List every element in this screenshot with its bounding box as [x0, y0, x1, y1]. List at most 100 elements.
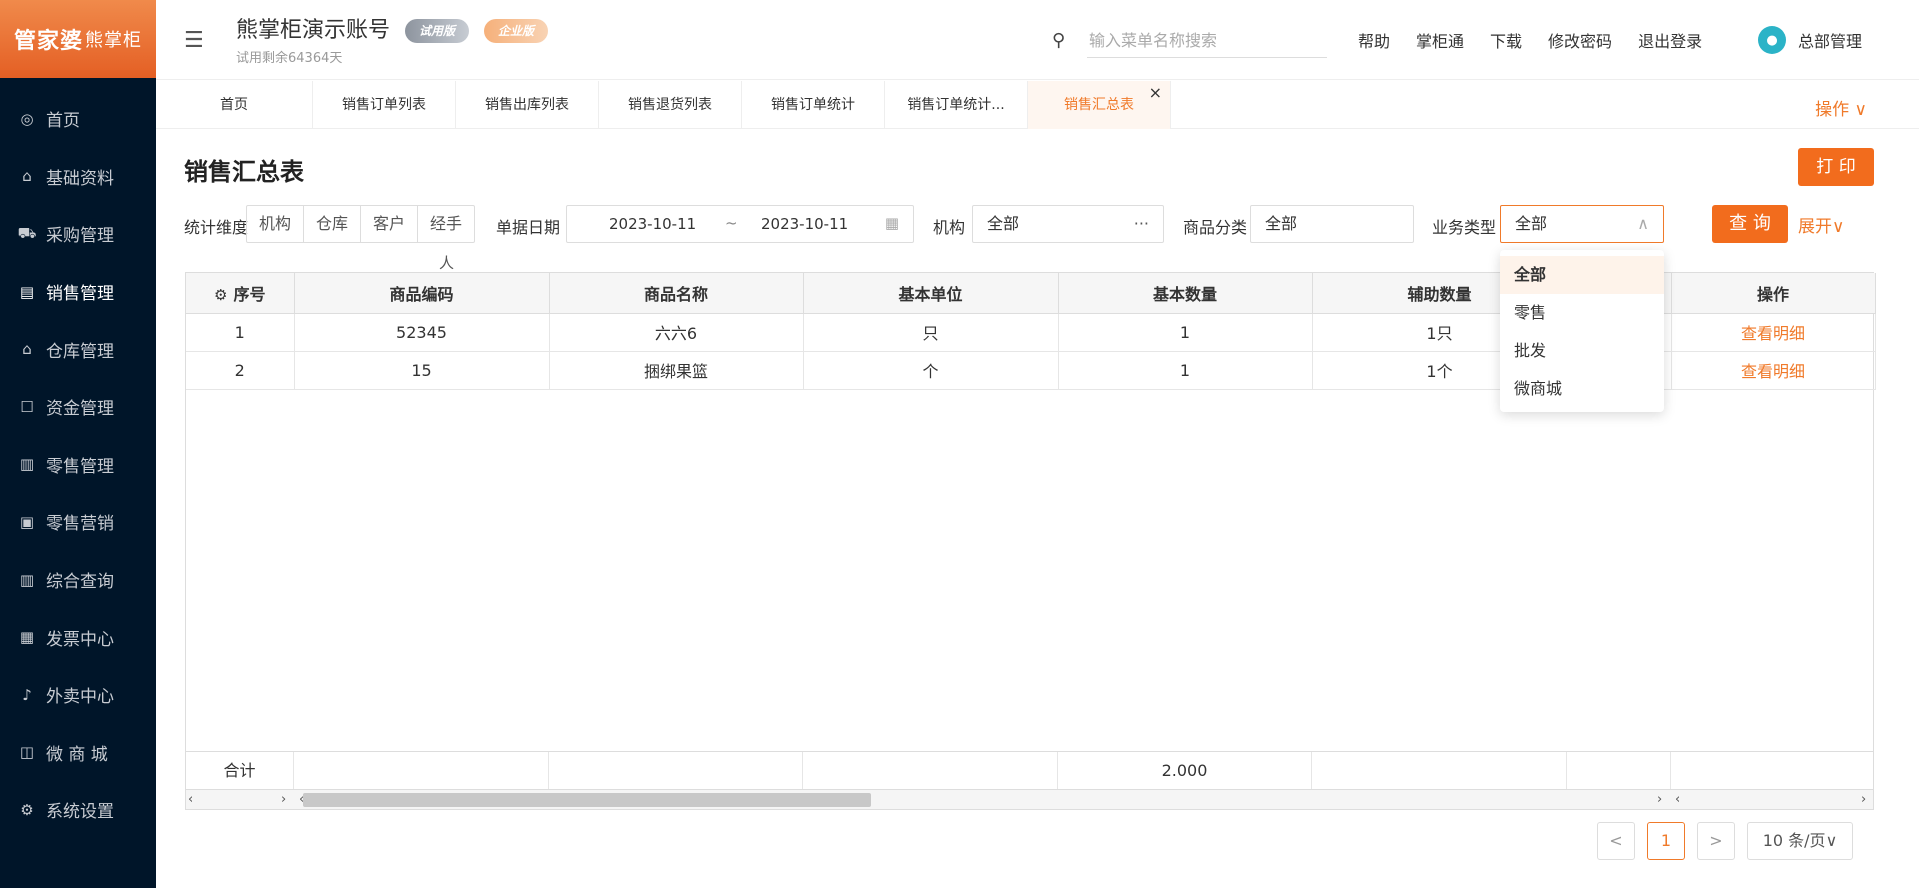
dimension-overflow-text: 人	[439, 254, 455, 272]
tab-sales-order-stats-2[interactable]: 销售订单统计...	[885, 81, 1028, 129]
globe-icon: ◎	[20, 109, 34, 128]
date-from: 2023-10-11	[609, 215, 697, 233]
close-icon[interactable]: ×	[1149, 69, 1162, 117]
cell-unit: 个	[803, 351, 1059, 390]
change-password-link[interactable]: 修改密码	[1548, 28, 1612, 52]
tab-sales-summary[interactable]: 销售汇总表 ×	[1028, 81, 1171, 129]
sidebar-item-3[interactable]: ▤ 销售管理	[0, 263, 156, 321]
sidebar-item-1[interactable]: ⌂ 基础资料	[0, 148, 156, 206]
query-button[interactable]: 查 询	[1712, 205, 1788, 243]
sidebar-item-12[interactable]: ⚙ 系统设置	[0, 781, 156, 839]
tab-operations-dropdown[interactable]: 操作 ∨	[1815, 95, 1867, 120]
chevron-down-icon: ∨	[1832, 217, 1845, 237]
biz-option-retail[interactable]: 零售	[1500, 294, 1664, 332]
chevron-down-icon: ∨	[1825, 831, 1838, 850]
tab-sales-return-list[interactable]: 销售退货列表	[599, 81, 742, 129]
scroll-right-icon[interactable]: ›	[281, 790, 286, 810]
card-icon: ▤	[19, 282, 35, 301]
summary-row: 合计 2.000	[186, 751, 1873, 789]
prev-page-button[interactable]: <	[1597, 822, 1635, 860]
gear-icon[interactable]: ⚙	[214, 286, 227, 304]
biz-option-wholesale[interactable]: 批发	[1500, 332, 1664, 370]
sum-cell	[1312, 752, 1567, 789]
cell-no: 1	[186, 313, 295, 352]
sidebar-item-10[interactable]: ♪ 外卖中心	[0, 666, 156, 724]
trial-remaining: 试用剩余64364天	[236, 51, 343, 66]
cell-qty: 1	[1058, 313, 1313, 352]
bar-chart-icon: ▥	[19, 570, 35, 589]
search-icon: ⚲	[1052, 30, 1066, 51]
page-button-current[interactable]: 1	[1647, 822, 1685, 860]
sidebar-item-6[interactable]: ▥ 零售管理	[0, 436, 156, 494]
sum-cell	[294, 752, 549, 789]
org-label: 机构	[933, 218, 966, 237]
col-header-no[interactable]: ⚙ 序号	[186, 273, 295, 314]
col-header-code[interactable]: 商品编码	[294, 273, 550, 314]
sidebar-item-label: 系统设置	[46, 802, 114, 823]
col-header-unit[interactable]: 基本单位	[803, 273, 1059, 314]
col-header-name[interactable]: 商品名称	[549, 273, 804, 314]
user-menu[interactable]: ● 总部管理	[1758, 26, 1862, 54]
sidebar: 管家婆 熊掌柜 ◎ 首页 ⌂ 基础资料 ⛟ 采购管理 ▤ 销售管理 ⌂ 仓库管理 ☐ 资金管理 ▥ 零售管…	[0, 0, 156, 888]
expand-toggle[interactable]: 展开∨	[1798, 212, 1844, 237]
logout-link[interactable]: 退出登录	[1638, 28, 1702, 52]
sidebar-item-11[interactable]: ◫ 微 商 城	[0, 724, 156, 782]
help-link[interactable]: 帮助	[1358, 28, 1390, 52]
sidebar-item-5[interactable]: ☐ 资金管理	[0, 378, 156, 436]
sidebar-item-4[interactable]: ⌂ 仓库管理	[0, 320, 156, 378]
view-detail-link[interactable]: 查看明细	[1671, 351, 1876, 390]
biz-option-micro-mall[interactable]: 微商城	[1500, 370, 1664, 408]
zhanggui-link[interactable]: 掌柜通	[1416, 28, 1464, 52]
horizontal-scrollbar[interactable]: ‹ › ‹ › ‹ ›	[186, 789, 1873, 809]
cell-no: 2	[186, 351, 295, 390]
print-button[interactable]: 打 印	[1798, 148, 1874, 186]
account-name: 熊掌柜演示账号	[236, 18, 391, 43]
top-links: 帮助 掌柜通 下载 修改密码 退出登录	[1358, 28, 1702, 52]
menu-search-input[interactable]	[1087, 24, 1327, 58]
sidebar-item-label: 仓库管理	[46, 341, 114, 362]
sidebar-item-label: 微 商 城	[46, 744, 108, 765]
cart-icon: ⛟	[17, 223, 37, 242]
org-select[interactable]: 全部 ···	[972, 205, 1164, 243]
tab-sales-order-list[interactable]: 销售订单列表	[313, 81, 456, 129]
sidebar-item-8[interactable]: ▥ 综合查询	[0, 551, 156, 609]
dimension-option-org[interactable]: 机构	[247, 206, 305, 242]
tab-sales-order-stats[interactable]: 销售订单统计	[742, 81, 885, 129]
date-label: 单据日期	[496, 218, 561, 237]
dimension-option-customer[interactable]: 客户	[361, 206, 419, 242]
pagination: < 1 > 10 条/页∨	[1597, 822, 1853, 860]
page-size-value: 10 条/页	[1762, 831, 1826, 850]
sidebar-item-0[interactable]: ◎ 首页	[0, 90, 156, 148]
tab-sales-summary-label: 销售汇总表	[1064, 97, 1134, 113]
logo-main: 管家婆	[13, 29, 83, 54]
sidebar-item-7[interactable]: ▣ 零售营销	[0, 493, 156, 551]
sidebar-item-label: 零售营销	[46, 514, 114, 535]
avatar: ●	[1758, 26, 1786, 54]
sidebar-item-label: 零售管理	[46, 456, 114, 477]
scroll-left-icon[interactable]: ‹	[1675, 790, 1680, 810]
col-header-qty[interactable]: 基本数量	[1058, 273, 1313, 314]
download-link[interactable]: 下载	[1490, 28, 1522, 52]
scrollbar-thumb[interactable]	[303, 793, 871, 807]
sidebar-item-label: 发票中心	[46, 629, 114, 650]
page-size-select[interactable]: 10 条/页∨	[1747, 822, 1853, 860]
scroll-left-icon[interactable]: ‹	[188, 790, 193, 810]
bell-icon: ♪	[22, 685, 32, 704]
tab-sales-outbound-list[interactable]: 销售出库列表	[456, 81, 599, 129]
category-select[interactable]: 全部	[1250, 205, 1414, 243]
sidebar-item-2[interactable]: ⛟ 采购管理	[0, 205, 156, 263]
date-range-picker[interactable]: 2023-10-11 ~ 2023-10-11 ▦	[566, 205, 914, 243]
scroll-right-icon[interactable]: ›	[1861, 790, 1866, 810]
menu-toggle-icon[interactable]: ☰	[184, 28, 204, 53]
dimension-option-warehouse[interactable]: 仓库	[304, 206, 362, 242]
tab-home[interactable]: 首页	[156, 81, 313, 129]
view-detail-link[interactable]: 查看明细	[1671, 313, 1876, 352]
chevron-up-icon: ∧	[1637, 214, 1649, 233]
more-icon: ···	[1133, 214, 1149, 233]
sidebar-item-9[interactable]: ▦ 发票中心	[0, 608, 156, 666]
biz-type-select[interactable]: 全部 ∧	[1500, 205, 1664, 243]
dimension-option-handler[interactable]: 经手	[418, 206, 474, 242]
biz-option-all[interactable]: 全部	[1500, 256, 1664, 294]
scroll-right-icon[interactable]: ›	[1657, 790, 1662, 810]
next-page-button[interactable]: >	[1697, 822, 1735, 860]
